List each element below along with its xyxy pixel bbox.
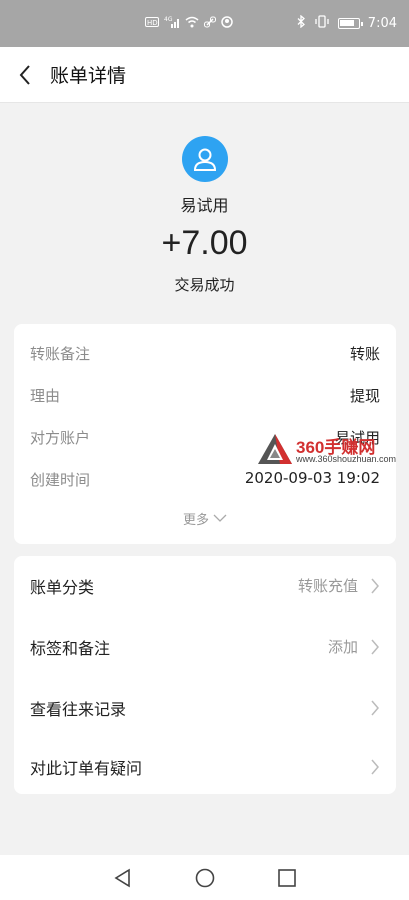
transaction-status: 交易成功 bbox=[174, 276, 235, 294]
detail-value: 2020-09-03 19:02 bbox=[244, 469, 380, 487]
link-icon bbox=[204, 16, 216, 32]
detail-label: 转账备注 bbox=[30, 345, 91, 363]
detail-label: 对方账户 bbox=[30, 429, 91, 447]
bluetooth-icon bbox=[296, 14, 306, 32]
hd-icon: HD bbox=[145, 17, 159, 31]
status-bar: HD 4G 7:04 bbox=[0, 0, 409, 47]
detail-row-note: 转账备注 转账 bbox=[30, 343, 380, 364]
action-value: 添加 bbox=[327, 638, 358, 656]
counterparty-name: 易试用 bbox=[180, 196, 229, 215]
battery-icon bbox=[337, 18, 363, 29]
action-label: 账单分类 bbox=[30, 577, 95, 597]
chevron-right-icon bbox=[371, 700, 379, 715]
watermark-url: www.360shouzhuan.com bbox=[296, 454, 397, 464]
detail-label: 创建时间 bbox=[30, 471, 91, 489]
chevron-left-icon bbox=[19, 64, 30, 85]
status-time: 7:04 bbox=[367, 16, 397, 31]
more-label: 更多 bbox=[182, 513, 209, 528]
network-label: 4G bbox=[164, 16, 173, 23]
status-icons-right: 7:04 bbox=[296, 14, 397, 32]
nav-back-icon[interactable] bbox=[113, 868, 133, 888]
action-label: 对此订单有疑问 bbox=[30, 758, 143, 778]
chevron-right-icon bbox=[371, 639, 379, 654]
signal-icon: 4G bbox=[164, 16, 180, 32]
order-question-row[interactable]: 对此订单有疑问 bbox=[14, 737, 396, 796]
watermark-logo-icon bbox=[258, 434, 292, 464]
detail-row-reason: 理由 提现 bbox=[30, 385, 380, 406]
transaction-amount: +7.00 bbox=[161, 224, 248, 262]
nav-home-icon[interactable] bbox=[195, 868, 215, 888]
page-title: 账单详情 bbox=[50, 65, 127, 87]
action-label: 查看往来记录 bbox=[30, 699, 127, 719]
detail-value: 提现 bbox=[349, 387, 380, 405]
more-button[interactable]: 更多 bbox=[14, 509, 396, 528]
chevron-right-icon bbox=[371, 759, 379, 774]
action-label: 标签和备注 bbox=[30, 638, 111, 658]
bill-category-row[interactable]: 账单分类 转账充值 bbox=[14, 556, 396, 615]
chevron-right-icon bbox=[371, 578, 379, 593]
location-icon bbox=[221, 16, 233, 32]
wifi-icon bbox=[185, 16, 199, 32]
action-value: 转账充值 bbox=[297, 577, 358, 595]
avatar[interactable] bbox=[182, 136, 228, 182]
history-row[interactable]: 查看往来记录 bbox=[14, 678, 396, 737]
detail-row-created: 创建时间 2020-09-03 19:02 bbox=[30, 469, 380, 490]
chevron-down-icon bbox=[213, 514, 227, 522]
detail-value: 转账 bbox=[349, 345, 380, 363]
user-icon bbox=[193, 148, 217, 171]
svg-text:HD: HD bbox=[147, 19, 158, 27]
nav-recents-icon[interactable] bbox=[277, 868, 297, 888]
status-icons-left: HD 4G bbox=[145, 16, 233, 32]
title-bar: 账单详情 bbox=[0, 47, 409, 103]
actions-card: 账单分类 转账充值 标签和备注 添加 查看往来记录 对此订单有疑问 bbox=[14, 556, 396, 794]
system-nav-bar bbox=[0, 855, 409, 900]
detail-label: 理由 bbox=[30, 387, 61, 405]
vibrate-icon bbox=[314, 15, 330, 32]
back-button[interactable] bbox=[0, 47, 50, 103]
tags-notes-row[interactable]: 标签和备注 添加 bbox=[14, 617, 396, 676]
watermark: 360手赚网 www.360shouzhuan.com bbox=[256, 430, 406, 470]
